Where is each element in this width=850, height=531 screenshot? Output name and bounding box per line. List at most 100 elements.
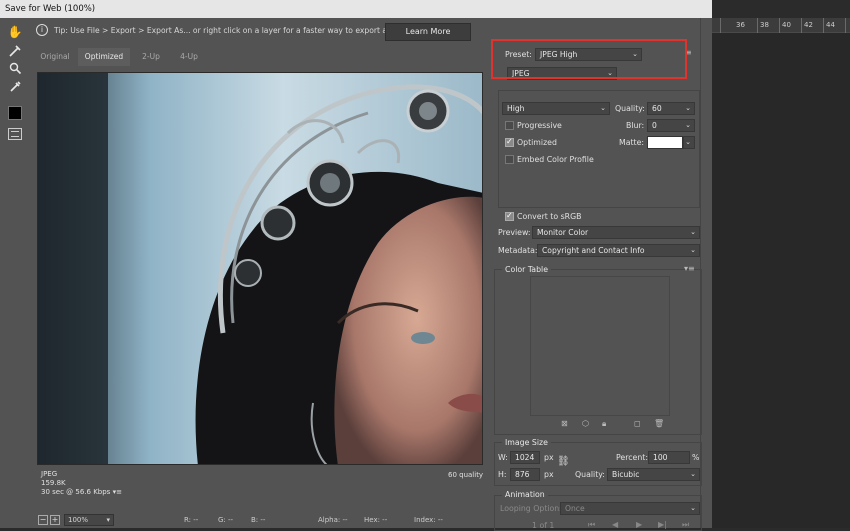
ruler: 36 38 40 42 44 xyxy=(712,18,850,33)
zoom-level-select[interactable]: 100% ▾ xyxy=(64,514,114,526)
embed-color-profile-label: Embed Color Profile xyxy=(517,155,594,164)
tab-2-up[interactable]: 2-Up xyxy=(130,48,172,66)
width-unit: px xyxy=(544,453,554,462)
optimized-label: Optimized xyxy=(517,138,557,147)
optimization-panel: Preset: JPEG High ⌄ ≡ JPEG ⌄ High ⌄ Quality… xyxy=(492,40,707,531)
zoom-in-button[interactable]: + xyxy=(50,515,60,525)
preview-select[interactable]: Monitor Color ⌄ xyxy=(532,226,700,239)
zoom-out-button[interactable]: − xyxy=(38,515,48,525)
progressive-checkbox[interactable] xyxy=(505,121,514,130)
blue-readout: B: -- xyxy=(251,516,266,524)
trash-icon[interactable]: 🗑︎ xyxy=(654,419,664,428)
tip-bar: i Tip: Use File > Export > Export As... … xyxy=(30,21,492,41)
red-readout: R: -- xyxy=(184,516,199,524)
preview-label: Preview: xyxy=(498,228,531,237)
ruler-tick: 38 xyxy=(760,21,769,29)
slice-select-tool-icon[interactable] xyxy=(7,44,23,60)
learn-more-button[interactable]: Learn More xyxy=(385,23,471,41)
hand-tool-icon[interactable]: ✋ xyxy=(7,24,23,40)
blur-input[interactable]: 0 ⌄ xyxy=(647,119,695,132)
color-table-title: Color Table xyxy=(502,265,551,274)
preview-download-time: 30 sec @ 56.6 Kbps xyxy=(41,488,111,496)
compression-quality-select[interactable]: High ⌄ xyxy=(502,102,610,115)
tab-original[interactable]: Original xyxy=(32,48,78,66)
chevron-down-icon: ▾ xyxy=(106,516,110,524)
matte-label: Matte: xyxy=(619,138,645,147)
ruler-tick: 44 xyxy=(826,21,835,29)
map-color-icon[interactable]: ⊠ xyxy=(561,419,568,428)
save-for-web-dialog: ✋ i Tip: Use File > Export > Export As..… xyxy=(0,18,702,531)
preview-info: JPEG 159.8K 30 sec @ 56.6 Kbps ▾≡ xyxy=(41,470,122,497)
embed-color-profile-checkbox[interactable] xyxy=(505,155,514,164)
preview-format: JPEG xyxy=(41,470,58,478)
green-readout: G: -- xyxy=(218,516,234,524)
eyedropper-color-swatch[interactable] xyxy=(8,106,22,120)
percent-label: Percent: xyxy=(616,453,648,462)
info-icon: i xyxy=(36,24,48,36)
height-label: H: xyxy=(498,470,507,479)
quality-label: Quality: xyxy=(615,104,645,113)
looping-options-label: Looping Options: xyxy=(500,504,566,513)
ruler-tick: 40 xyxy=(782,21,791,29)
optimized-image-preview[interactable] xyxy=(37,72,483,465)
status-bar: − + 100% ▾ R: -- G: -- B: -- Alpha: -- He… xyxy=(30,512,492,528)
first-frame-icon[interactable]: ⏮ xyxy=(588,520,595,530)
chevron-down-icon: ⌄ xyxy=(690,246,696,254)
resample-quality-select[interactable]: Bicubic ⌄ xyxy=(607,468,700,481)
toggle-slices-icon[interactable] xyxy=(8,128,22,140)
new-color-icon[interactable]: ◻ xyxy=(634,419,641,428)
preview-quality: 60 quality xyxy=(448,471,484,479)
link-proportions-icon[interactable]: ⛓︎ xyxy=(557,456,570,467)
tool-strip: ✋ xyxy=(0,18,30,528)
animation-title: Animation xyxy=(502,490,548,499)
preset-highlight-box xyxy=(491,39,687,79)
color-table-swatches[interactable] xyxy=(530,276,670,416)
percent-unit: % xyxy=(692,453,700,462)
compression-quality-value: High xyxy=(507,104,525,113)
blur-value: 0 xyxy=(652,121,657,130)
tab-4-up[interactable]: 4-Up xyxy=(172,48,206,66)
eyedropper-tool-icon[interactable] xyxy=(7,80,23,96)
last-frame-icon[interactable]: ⏭ xyxy=(682,520,689,530)
chevron-down-icon: ⌄ xyxy=(600,104,606,112)
portrait-image xyxy=(38,73,482,464)
looping-options-select[interactable]: Once ⌄ xyxy=(560,502,700,515)
preview-value: Monitor Color xyxy=(537,228,589,237)
height-input[interactable]: 876 xyxy=(510,468,540,481)
quality-input[interactable]: 60 ⌄ xyxy=(647,102,695,115)
window-title: Save for Web (100%) xyxy=(0,0,712,18)
hex-readout: Hex: -- xyxy=(364,516,388,524)
metadata-label: Metadata: xyxy=(498,246,538,255)
metadata-select[interactable]: Copyright and Contact Info ⌄ xyxy=(537,244,700,257)
image-size-title: Image Size xyxy=(502,438,551,447)
web-shift-icon[interactable]: ⬡ xyxy=(582,419,589,428)
metadata-value: Copyright and Contact Info xyxy=(542,246,645,255)
lock-color-icon[interactable]: 🔒︎ xyxy=(602,419,606,429)
height-unit: px xyxy=(544,470,554,479)
matte-select[interactable]: ⌄ xyxy=(683,136,695,149)
blur-label: Blur: xyxy=(626,121,645,130)
ruler-tick: 36 xyxy=(736,21,745,29)
frame-counter: 1 of 1 xyxy=(532,521,555,530)
chevron-down-icon: ⌄ xyxy=(685,121,691,129)
zoom-tool-icon[interactable] xyxy=(7,62,23,78)
chevron-down-icon: ⌄ xyxy=(690,228,696,236)
color-table-menu-icon[interactable]: ▾≡ xyxy=(684,264,695,273)
convert-srgb-checkbox[interactable] xyxy=(505,211,514,221)
resample-quality-label: Quality: xyxy=(575,470,605,479)
canvas-background xyxy=(712,33,850,528)
tab-optimized[interactable]: Optimized xyxy=(78,48,130,66)
chevron-down-icon: ⌄ xyxy=(690,470,696,478)
progressive-label: Progressive xyxy=(517,121,562,130)
chevron-down-icon: ⌄ xyxy=(685,104,691,112)
looping-options-value: Once xyxy=(565,504,585,513)
optimized-checkbox[interactable] xyxy=(505,137,514,147)
chevron-down-icon: ⌄ xyxy=(685,138,691,146)
ruler-tick: 42 xyxy=(804,21,813,29)
percent-input[interactable]: 100 xyxy=(648,451,690,464)
width-input[interactable]: 1024 xyxy=(510,451,540,464)
index-readout: Index: -- xyxy=(414,516,443,524)
matte-color-swatch[interactable] xyxy=(647,136,683,149)
download-speed-menu-icon[interactable]: ▾≡ xyxy=(113,488,122,496)
preview-file-size: 159.8K xyxy=(41,479,66,487)
